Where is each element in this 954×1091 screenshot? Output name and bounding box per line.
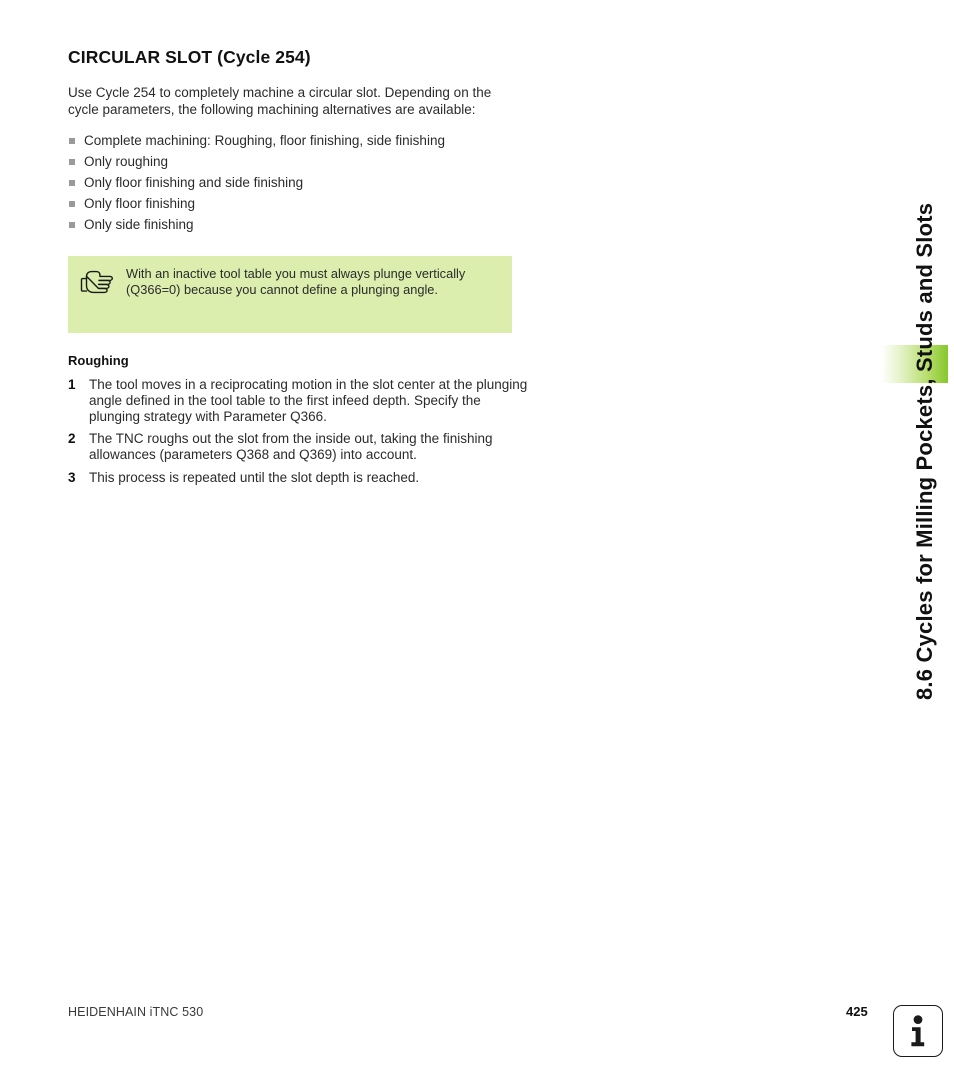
square-bullet-icon xyxy=(69,138,75,144)
page-content: CIRCULAR SLOT (Cycle 254) Use Cycle 254 … xyxy=(68,0,528,493)
list-item: Only floor finishing and side finishing xyxy=(68,172,528,193)
note-callout: With an inactive tool table you must alw… xyxy=(68,256,512,333)
list-item: Only floor finishing xyxy=(68,193,528,214)
list-item-label: Only side finishing xyxy=(84,217,194,232)
step-item: 1 The tool moves in a reciprocating moti… xyxy=(68,377,529,424)
list-item: Complete machining: Roughing, floor fini… xyxy=(68,130,528,151)
step-number: 3 xyxy=(68,469,76,485)
list-item-label: Only floor finishing xyxy=(84,196,196,211)
list-item-label: Complete machining: Roughing, floor fini… xyxy=(84,133,445,148)
square-bullet-icon xyxy=(69,222,75,228)
step-text: This process is repeated until the slot … xyxy=(89,469,420,485)
footer-product-name: HEIDENHAIN iTNC 530 xyxy=(68,1005,204,1019)
chapter-sidebar: 8.6 Cycles for Milling Pockets, Studs an… xyxy=(874,0,954,700)
list-item-label: Only floor finishing and side finishing xyxy=(84,175,304,190)
chapter-title: 8.6 Cycles for Milling Pockets, Studs an… xyxy=(912,202,937,700)
pointing-hand-icon xyxy=(68,266,126,297)
square-bullet-icon xyxy=(69,201,75,207)
machining-alternatives-list: Complete machining: Roughing, floor fini… xyxy=(68,118,528,235)
list-item: Only roughing xyxy=(68,151,528,172)
page-title: CIRCULAR SLOT (Cycle 254) xyxy=(68,47,311,67)
step-text: The TNC roughs out the slot from the ins… xyxy=(89,431,493,463)
note-text: With an inactive tool table you must alw… xyxy=(126,266,466,297)
list-item: Only side finishing xyxy=(68,214,528,235)
step-text: The tool moves in a reciprocating motion… xyxy=(89,377,528,424)
info-i-icon xyxy=(893,1005,943,1057)
square-bullet-icon xyxy=(69,159,75,165)
intro-paragraph: Use Cycle 254 to completely machine a ci… xyxy=(68,85,492,117)
step-item: 2 The TNC roughs out the slot from the i… xyxy=(68,431,529,463)
square-bullet-icon xyxy=(69,180,75,186)
roughing-steps-list: 1 The tool moves in a reciprocating moti… xyxy=(68,368,528,486)
page-number: 425 xyxy=(846,1004,868,1019)
step-item: 3 This process is repeated until the slo… xyxy=(68,470,529,486)
list-item-label: Only roughing xyxy=(84,154,169,169)
roughing-heading: Roughing xyxy=(68,353,129,368)
step-number: 2 xyxy=(68,431,76,447)
step-number: 1 xyxy=(68,377,76,392)
